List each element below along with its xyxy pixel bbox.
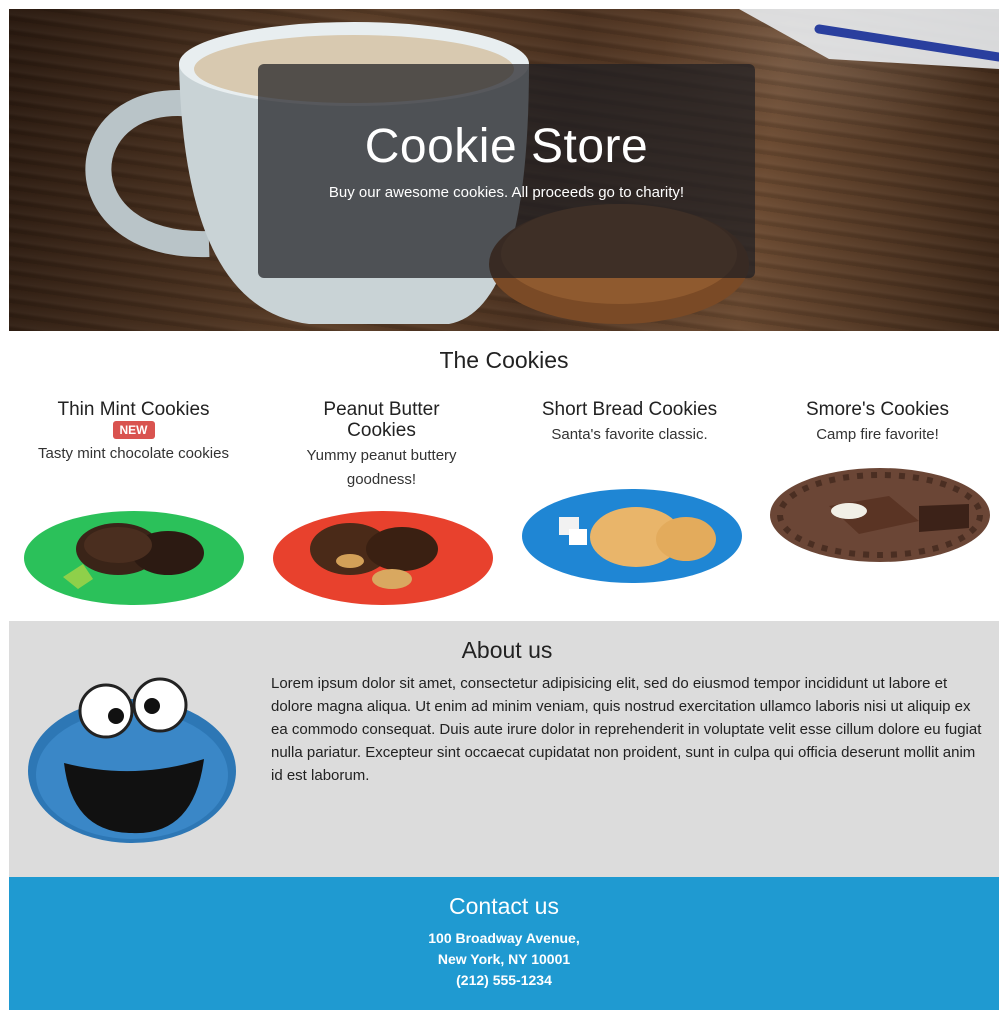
new-badge: NEW [112,421,155,439]
hero-title: Cookie Store [364,120,649,173]
address-line-2: New York, NY 10001 [437,951,571,967]
contact-section-title: Contact us [449,893,559,919]
address-line-1: 100 Broadway Avenue, [428,930,580,946]
phone-number: (212) 555-1234 [456,972,552,988]
contact-section: Contact us 100 Broadway Avenue, New York… [9,877,999,1010]
about-section: About us Lorem ipsum dolor sit amet, con… [9,621,999,877]
cookie-description: Santa's favorite classic. [551,426,708,443]
hero-subtitle: Buy our awesome cookies. All proceeds go… [328,184,685,201]
cookie-name: Peanut Butter Cookies [323,399,440,441]
about-body-text: Lorem ipsum dolor sit amet, consectetur … [271,675,982,784]
cookie-monster-icon [28,677,236,843]
cookie-card-peanut-butter: Peanut Butter Cookies Yummy peanut butte… [259,399,504,492]
thin-mint-plate-image [24,511,244,605]
page: Cookie Store Buy our awesome cookies. Al… [9,9,999,1010]
cookie-description: Camp fire favorite! [816,426,939,443]
cookie-name: Thin Mint Cookies [57,399,210,420]
cookie-description: Yummy peanut buttery goodness! [306,447,457,488]
cookie-card-thin-mint: Thin Mint Cookies NEW Tasty mint chocola… [11,399,256,466]
smores-plate-image [770,468,990,562]
hero-banner: Cookie Store Buy our awesome cookies. Al… [9,9,999,331]
cookies-section-title: The Cookies [439,347,569,373]
cookie-name: Smore's Cookies [805,399,949,420]
hero-overlay-box: Cookie Store Buy our awesome cookies. Al… [258,64,755,278]
cookie-description: Tasty mint chocolate cookies [38,445,229,462]
cookie-card-short-bread: Short Bread Cookies Santa's favorite cla… [507,399,752,447]
cookie-card-smores: Smore's Cookies Camp fire favorite! [755,399,999,447]
cookie-name: Short Bread Cookies [541,399,718,420]
cookies-section: The Cookies Thin Mint Cookies NEW Tasty … [9,331,999,621]
short-bread-plate-image [522,489,742,583]
peanut-butter-plate-image [273,511,493,605]
about-section-title: About us [461,637,553,663]
